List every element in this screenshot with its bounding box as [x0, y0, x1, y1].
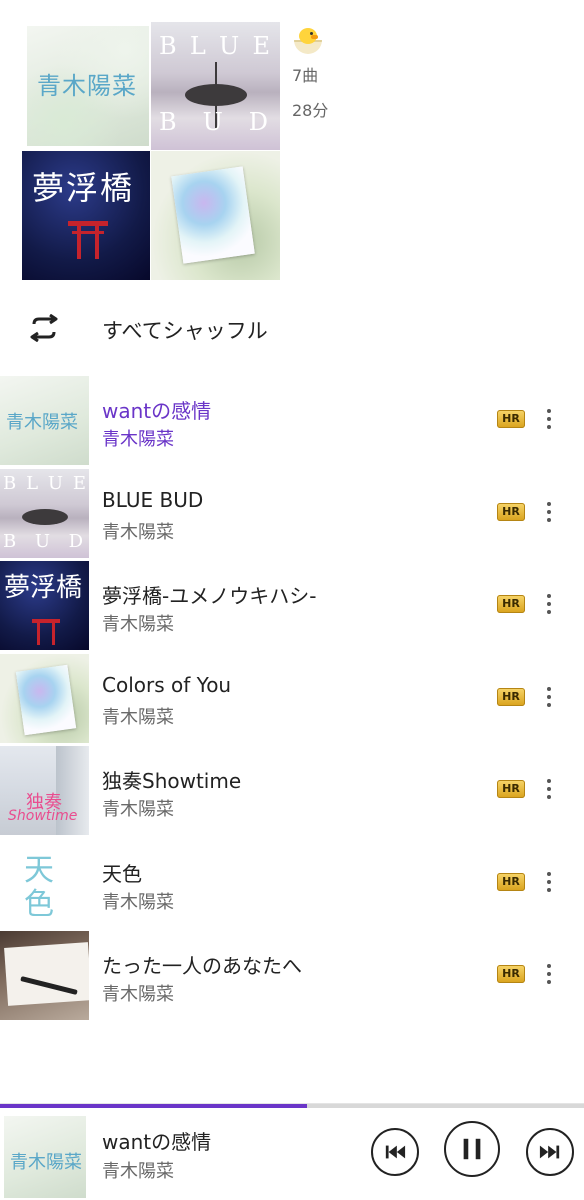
track-count: 7曲: [292, 66, 319, 85]
skip-next-icon: [539, 1145, 560, 1159]
track-row[interactable]: 独奏 Showtime 独奏Showtime 青木陽菜 HR: [0, 746, 584, 839]
torii-gate-icon: [68, 221, 108, 261]
more-options-icon[interactable]: [539, 406, 559, 432]
track-thumbnail: B L U E B U D: [0, 468, 89, 558]
thumb-letter: L: [26, 472, 39, 494]
hi-res-badge: HR: [497, 502, 525, 521]
track-title: Colors of You: [102, 672, 232, 697]
playback-progress-bar[interactable]: [0, 1104, 584, 1108]
skip-previous-icon: [385, 1145, 406, 1159]
cover-letter: U: [219, 32, 242, 60]
mini-player[interactable]: 青木陽菜 wantの感情 青木陽菜: [0, 1103, 584, 1200]
pause-icon: [463, 1138, 481, 1160]
hi-res-badge: HR: [497, 780, 525, 798]
cover-letters-top: B L U E: [159, 32, 272, 60]
album-cover-yumeukihashi: 夢浮橋: [22, 151, 150, 280]
cover-letter: L: [189, 32, 208, 60]
track-artist: 青木陽菜: [102, 706, 174, 728]
cover-letters-bottom: B U D: [159, 108, 268, 136]
album-info: 7曲 28分: [292, 26, 328, 124]
thumb-letters-bottom: B U D: [3, 531, 83, 552]
thumb-letter: B: [3, 530, 17, 552]
shuffle-icon: [30, 314, 58, 342]
track-thumbnail: 独奏 Showtime: [0, 746, 89, 835]
thumb-letter: D: [68, 530, 83, 552]
track-artist: 青木陽菜: [102, 984, 174, 1005]
track-row[interactable]: たった一人のあなたへ 青木陽菜 HR: [0, 931, 584, 1024]
thumb-title-text: 夢浮橋: [4, 573, 83, 603]
total-duration: 28分: [292, 101, 329, 120]
track-title: 夢浮橋-ユメノウキハシ-: [102, 584, 317, 608]
letter-paper: [4, 942, 89, 1006]
track-artist: 青木陽菜: [102, 521, 174, 543]
hi-res-badge: HR: [497, 872, 525, 891]
thumb-title-text: 青木陽菜: [6, 412, 78, 433]
hi-res-badge: HR: [497, 410, 525, 428]
cover-letter: E: [252, 32, 272, 60]
thumb-letter: B: [3, 472, 17, 494]
track-row[interactable]: 天 色 天色 青木陽菜 HR: [0, 838, 584, 932]
thumb-letter: U: [34, 530, 50, 552]
now-playing-thumbnail: 青木陽菜: [4, 1116, 86, 1198]
chick-in-egg-icon: [292, 26, 324, 54]
thumb-letter: U: [47, 472, 64, 494]
track-title: たった一人のあなたへ: [102, 954, 302, 978]
watercolor-card: [15, 664, 77, 735]
now-playing-title: wantの感情: [102, 1130, 212, 1154]
album-cover-want: 青木陽菜: [27, 26, 149, 146]
track-thumbnail: 青木陽菜: [0, 376, 89, 465]
previous-track-button[interactable]: [371, 1128, 419, 1176]
track-artist: 青木陽菜: [102, 614, 174, 635]
more-options-icon[interactable]: [539, 684, 559, 710]
hi-res-badge: HR: [497, 687, 525, 706]
track-thumbnail: 天 色: [0, 838, 89, 928]
watercolor-card: [171, 166, 255, 264]
track-thumbnail: [0, 653, 89, 743]
album-cover-colors-of-you: [151, 151, 280, 280]
more-options-icon[interactable]: [539, 591, 559, 617]
cover-letter: D: [248, 108, 268, 136]
track-list: 青木陽菜 wantの感情 青木陽菜 HR B L U E B U D BLUE …: [0, 376, 584, 1024]
track-artist: 青木陽菜: [102, 429, 174, 450]
track-row[interactable]: 青木陽菜 wantの感情 青木陽菜 HR: [0, 376, 584, 469]
track-artist: 青木陽菜: [102, 891, 174, 913]
album-art-collage: 青木陽菜 B L U E B U D 夢浮橋: [22, 22, 280, 280]
more-options-icon[interactable]: [539, 869, 559, 895]
thumb-title-text: 青木陽菜: [10, 1152, 82, 1173]
shuffle-all-button[interactable]: すべてシャッフル: [0, 298, 584, 358]
pause-button[interactable]: [444, 1121, 500, 1177]
umbrella-shape: [22, 508, 68, 525]
more-options-icon[interactable]: [539, 961, 559, 987]
cover-letter: B: [159, 32, 179, 60]
hi-res-badge: HR: [497, 965, 525, 983]
next-track-button[interactable]: [526, 1128, 574, 1176]
track-row[interactable]: Colors of You 青木陽菜 HR: [0, 653, 584, 747]
more-options-icon[interactable]: [539, 776, 559, 802]
cover-title-text: 夢浮橋: [32, 169, 135, 207]
track-title: wantの感情: [102, 399, 212, 423]
track-title: 独奏Showtime: [102, 769, 242, 793]
thumb-subtitle-text: Showtime: [8, 808, 78, 824]
cover-letter: U: [202, 108, 223, 136]
thumb-title-text: 色: [24, 886, 54, 922]
track-title: 天色: [102, 861, 142, 886]
track-artist: 青木陽菜: [102, 799, 174, 820]
album-cover-blue-bud: B L U E B U D: [151, 22, 280, 150]
cover-letter: B: [159, 108, 177, 136]
hi-res-badge: HR: [497, 595, 525, 613]
cover-title-text: 青木陽菜: [37, 72, 137, 100]
more-options-icon[interactable]: [539, 499, 559, 525]
now-playing-artist: 青木陽菜: [102, 1161, 174, 1182]
track-thumbnail: [0, 931, 89, 1020]
playback-progress-fill: [0, 1104, 307, 1108]
track-row[interactable]: 夢浮橋 夢浮橋-ユメノウキハシ- 青木陽菜 HR: [0, 561, 584, 654]
track-row[interactable]: B L U E B U D BLUE BUD 青木陽菜 HR: [0, 468, 584, 562]
track-title: BLUE BUD: [102, 487, 204, 512]
thumb-letter: E: [72, 472, 86, 494]
thumb-letters-top: B L U E: [3, 473, 86, 494]
umbrella-shape: [185, 84, 247, 106]
track-thumbnail: 夢浮橋: [0, 561, 89, 650]
shuffle-all-label: すべてシャッフル: [102, 319, 268, 343]
